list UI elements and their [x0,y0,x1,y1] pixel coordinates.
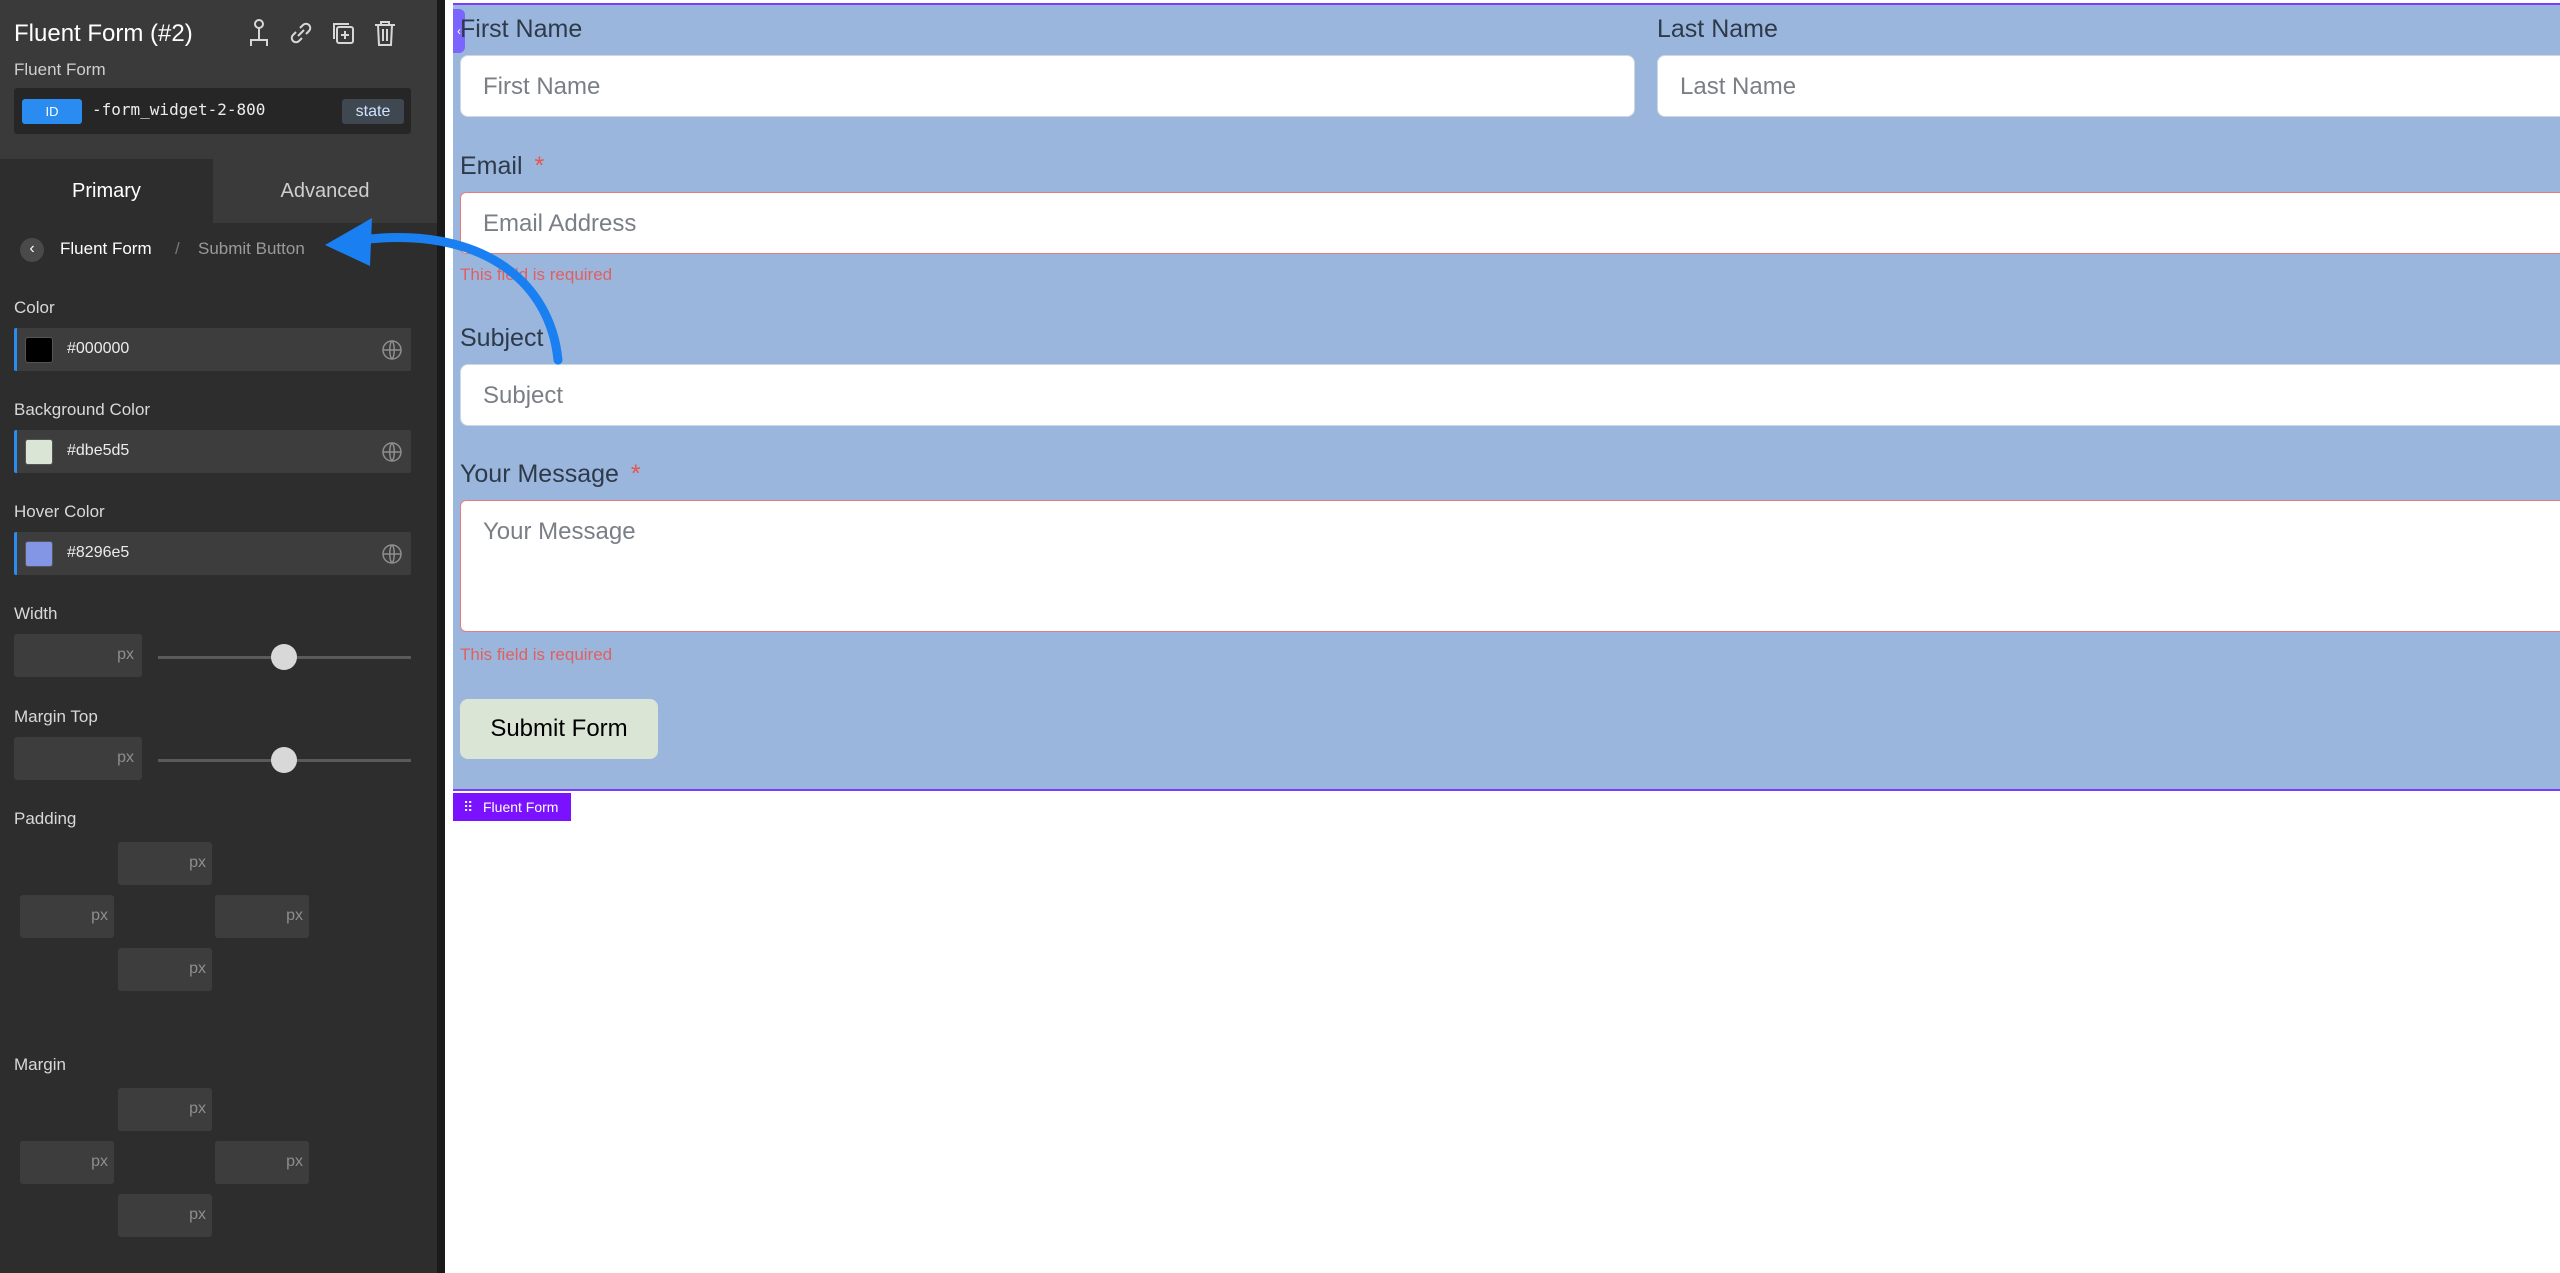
drag-handle-icon[interactable]: ⠿ [463,793,473,821]
selector-value: -form_widget-2-800 [92,100,266,119]
width-label: Width [14,604,58,623]
link-icon[interactable] [288,18,314,48]
panel-header: Fluent Form (#2) Fluent Form ID -form_wi… [0,0,437,159]
widget-title: Fluent Form (#2) [14,20,193,47]
message-textarea[interactable]: Your Message [460,500,2560,632]
message-label-text: Your Message [460,460,619,488]
width-unit: px [117,646,134,663]
settings-panel: Fluent Form (#2) Fluent Form ID -form_wi… [0,0,437,1273]
margin-left-input[interactable]: px [20,1141,114,1184]
message-label: Your Message * [460,460,641,489]
annotation-arrow-icon [325,218,563,365]
breadcrumb-current: Submit Button [198,239,305,258]
padding-right-input[interactable]: px [215,895,309,938]
padding-right-unit: px [286,907,303,924]
background-color-value[interactable]: #dbe5d5 [67,442,129,460]
breadcrumb-parent[interactable]: Fluent Form [60,239,152,259]
background-color-label: Background Color [14,400,151,419]
fluent-form-widget[interactable]: ‹ First Name First Name Last Name Last N… [453,3,2560,791]
builder-canvas: ‹ First Name First Name Last Name Last N… [437,0,2560,1273]
message-placeholder: Your Message [483,518,636,545]
padding-left-unit: px [91,907,108,924]
margin-top-slider-thumb[interactable] [271,747,297,773]
background-color-swatch[interactable] [25,439,53,465]
first-name-input[interactable]: First Name [460,55,1635,117]
padding-label: Padding [14,809,77,828]
color-value[interactable]: #000000 [67,340,129,358]
id-badge[interactable]: ID [22,99,82,124]
widget-tag[interactable]: ⠿ Fluent Form [453,793,571,821]
globe-icon[interactable] [381,543,403,565]
color-label: Color [14,298,55,317]
last-name-input[interactable]: Last Name [1657,55,2560,117]
hover-color-label: Hover Color [14,502,105,521]
padding-top-input[interactable]: px [118,842,212,885]
margin-bottom-unit: px [189,1206,206,1223]
duplicate-icon[interactable] [330,18,356,48]
margin-right-input[interactable]: px [215,1141,309,1184]
submit-button[interactable]: Submit Form [460,699,658,759]
breadcrumb-separator: / [175,239,180,258]
email-input[interactable]: Email Address [460,192,2560,254]
back-icon[interactable]: ‹ [20,238,44,262]
margin-top-label: Margin Top [14,707,98,726]
margin-top-unit: px [117,749,134,766]
message-error: This field is required [460,645,613,664]
first-name-label: First Name [460,15,583,43]
first-name-placeholder: First Name [483,73,601,100]
width-input[interactable]: px [14,634,142,677]
globe-icon[interactable] [381,441,403,463]
margin-right-unit: px [286,1153,303,1170]
padding-bottom-input[interactable]: px [118,948,212,991]
margin-label: Margin [14,1055,66,1074]
padding-left-input[interactable]: px [20,895,114,938]
structure-icon[interactable] [246,18,272,48]
header-actions [246,18,398,48]
background-color-field[interactable]: #dbe5d5 [14,430,411,473]
state-button[interactable]: state [342,99,404,124]
email-label-text: Email [460,152,523,180]
margin-left-unit: px [91,1153,108,1170]
hover-color-value[interactable]: #8296e5 [67,544,129,562]
margin-bottom-input[interactable]: px [118,1194,212,1237]
padding-bottom-unit: px [189,960,206,977]
margin-top-input[interactable]: px [14,737,142,780]
subject-input[interactable]: Subject [460,364,2560,426]
margin-top-box-unit: px [189,1100,206,1117]
color-swatch[interactable] [25,337,53,363]
padding-top-unit: px [189,854,206,871]
email-label: Email * [460,152,544,181]
hover-color-swatch[interactable] [25,541,53,567]
subject-placeholder: Subject [483,382,564,409]
selector-row[interactable]: ID -form_widget-2-800 state [14,88,411,134]
required-marker: * [534,152,545,180]
last-name-label: Last Name [1657,15,1778,43]
last-name-placeholder: Last Name [1680,73,1797,100]
widget-type: Fluent Form [14,60,106,79]
trash-icon[interactable] [372,18,398,48]
width-slider-thumb[interactable] [271,644,297,670]
hover-color-field[interactable]: #8296e5 [14,532,411,575]
required-marker: * [630,460,641,488]
widget-tag-label: Fluent Form [483,799,559,815]
margin-top-box-input[interactable]: px [118,1088,212,1131]
tab-primary[interactable]: Primary [0,159,213,223]
